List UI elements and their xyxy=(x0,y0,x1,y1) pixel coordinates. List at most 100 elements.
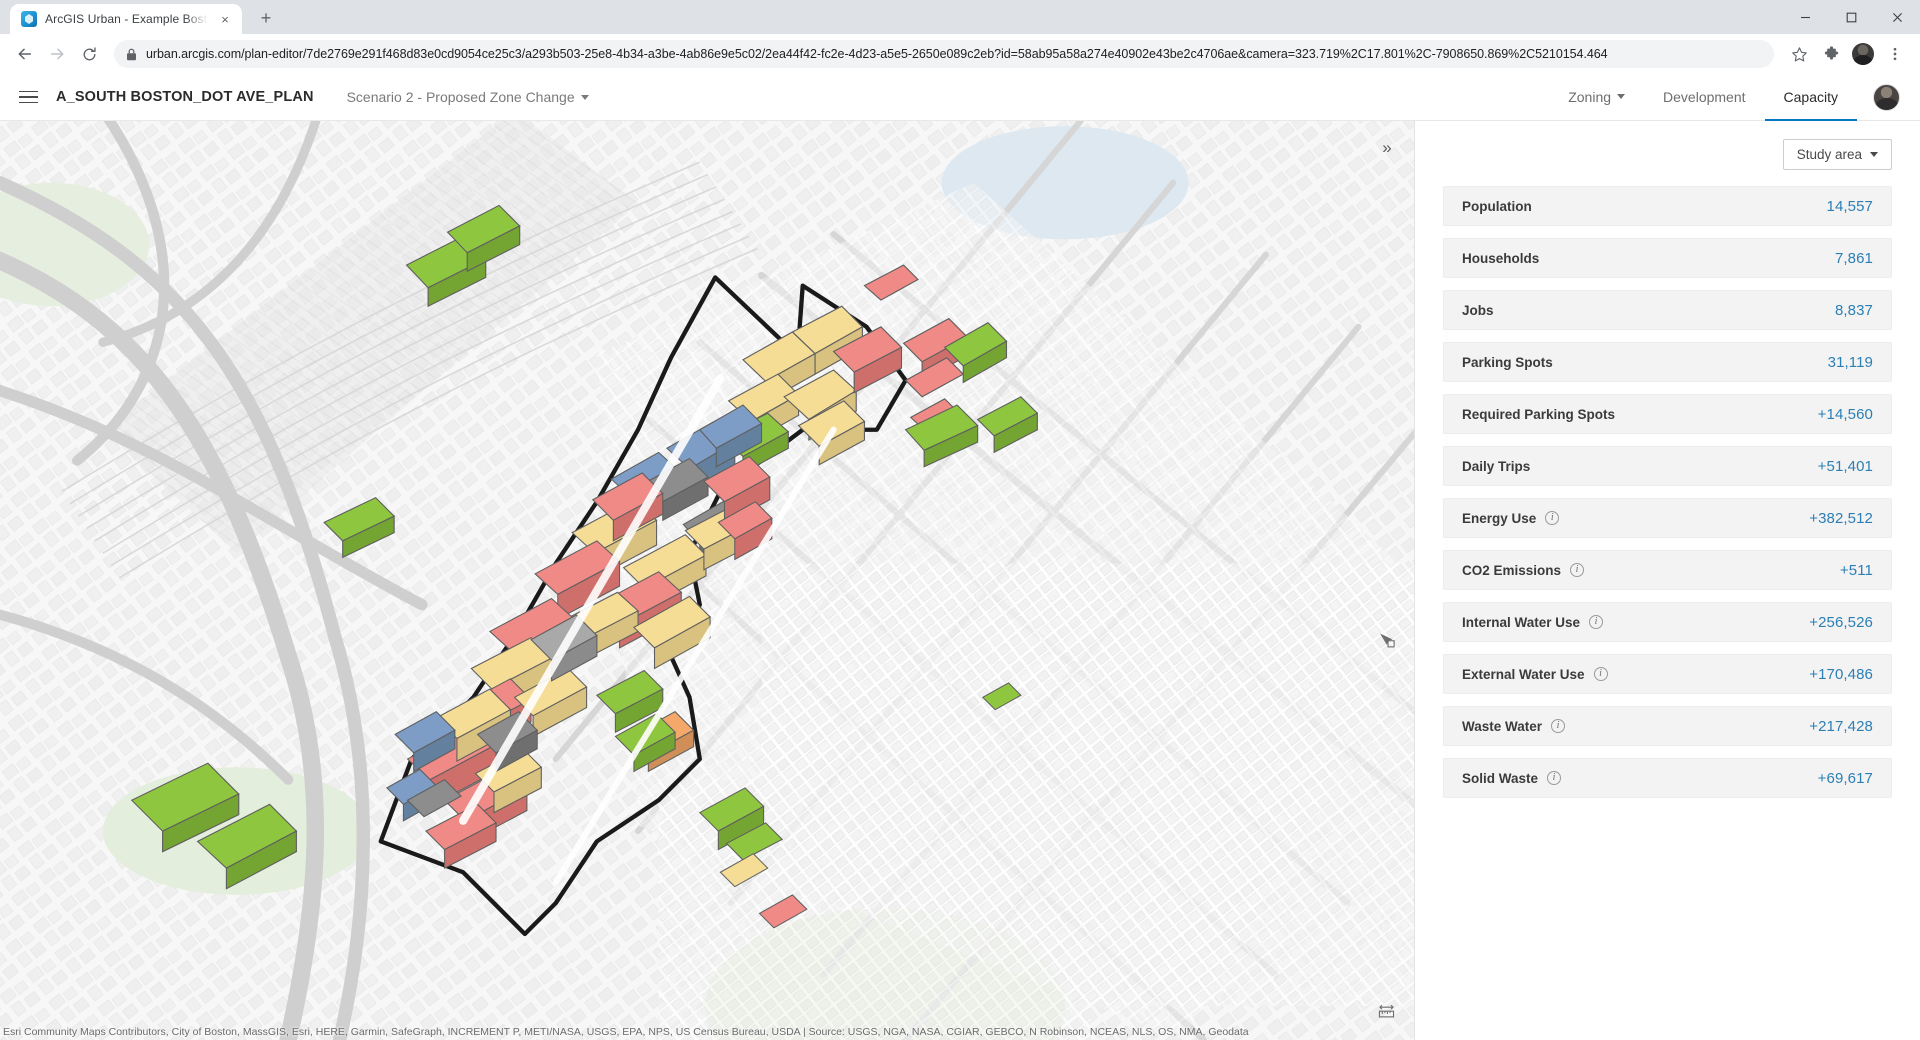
metric-left: Internal Water Use i xyxy=(1462,614,1604,630)
chevron-down-icon xyxy=(1617,94,1626,99)
metric-label: Parking Spots xyxy=(1462,354,1553,370)
tab-development[interactable]: Development xyxy=(1644,74,1765,121)
info-icon[interactable]: i xyxy=(1589,615,1604,629)
scenario-selector[interactable]: Scenario 2 - Proposed Zone Change xyxy=(347,89,589,105)
metric-label: Jobs xyxy=(1462,302,1494,318)
app-body: Esri Community Maps Contributors, City o… xyxy=(0,121,1920,1040)
info-icon[interactable]: i xyxy=(1551,719,1566,733)
expand-panel-button[interactable]: » xyxy=(1367,129,1405,167)
browser-window: ArcGIS Urban - Example Boston × + urban.… xyxy=(0,0,1920,1040)
map-canvas[interactable] xyxy=(0,121,1414,1040)
tab-zoning-label: Zoning xyxy=(1568,88,1612,105)
new-tab-button[interactable]: + xyxy=(252,4,280,32)
app-header: A_SOUTH BOSTON_DOT AVE_PLAN Scenario 2 -… xyxy=(0,74,1920,121)
metric-left: Waste Water i xyxy=(1462,719,1566,734)
close-tab-icon[interactable]: × xyxy=(216,10,234,28)
metric-label: Internal Water Use xyxy=(1462,614,1581,630)
select-tool-icon[interactable] xyxy=(1367,621,1405,659)
metric-row-energy-use[interactable]: Energy Use i +382,512 xyxy=(1443,498,1892,538)
map-attribution: Esri Community Maps Contributors, City o… xyxy=(3,1026,1249,1038)
metric-value: +256,526 xyxy=(1809,613,1873,631)
metric-row-parking-spots[interactable]: Parking Spots 31,119 xyxy=(1443,342,1892,382)
info-icon[interactable]: i xyxy=(1547,771,1562,785)
tab-capacity[interactable]: Capacity xyxy=(1764,74,1857,121)
top-navigation: Zoning Development Capacity xyxy=(1549,74,1900,121)
tab-development-label: Development xyxy=(1663,88,1746,105)
browser-profile-avatar[interactable] xyxy=(1848,39,1878,69)
metric-label: Energy Use xyxy=(1462,510,1537,526)
metric-label: CO2 Emissions xyxy=(1462,562,1562,578)
metric-left: Jobs xyxy=(1462,303,1494,318)
metric-value: +69,617 xyxy=(1817,769,1873,787)
back-button[interactable] xyxy=(10,39,40,69)
extensions-puzzle-icon[interactable] xyxy=(1816,39,1846,69)
arcgis-favicon-icon xyxy=(21,11,37,27)
map-graphics xyxy=(0,121,1414,1040)
metric-value: 31,119 xyxy=(1827,353,1873,371)
bookmark-star-icon[interactable] xyxy=(1784,39,1814,69)
map-view[interactable]: Esri Community Maps Contributors, City o… xyxy=(0,121,1414,1040)
metric-value: +382,512 xyxy=(1809,509,1873,527)
metric-left: Required Parking Spots xyxy=(1462,407,1615,422)
reload-button[interactable] xyxy=(74,39,104,69)
menu-hamburger-icon[interactable] xyxy=(0,74,56,121)
metric-left: Daily Trips xyxy=(1462,459,1530,474)
metric-value: +170,486 xyxy=(1809,665,1873,683)
measure-tool-icon[interactable] xyxy=(1367,993,1405,1031)
metric-label: Required Parking Spots xyxy=(1462,406,1616,422)
metric-label: Households xyxy=(1462,250,1540,266)
chevron-down-icon xyxy=(580,94,589,100)
metric-value: 8,837 xyxy=(1834,301,1873,319)
metric-row-daily-trips[interactable]: Daily Trips +51,401 xyxy=(1443,446,1892,486)
metric-value: +217,428 xyxy=(1809,717,1873,735)
metric-row-households[interactable]: Households 7,861 xyxy=(1443,238,1892,278)
metric-row-external-water-use[interactable]: External Water Use i +170,486 xyxy=(1443,654,1892,694)
forward-button[interactable] xyxy=(42,39,72,69)
window-controls xyxy=(1782,0,1920,34)
avatar xyxy=(1852,43,1874,65)
chevron-down-icon xyxy=(1870,152,1878,157)
study-area-dropdown[interactable]: Study area xyxy=(1782,139,1892,170)
browser-tab-strip: ArcGIS Urban - Example Boston × + xyxy=(0,0,1920,34)
info-icon[interactable]: i xyxy=(1570,563,1585,577)
page-title: A_SOUTH BOSTON_DOT AVE_PLAN xyxy=(56,89,314,105)
metric-row-population[interactable]: Population 14,557 xyxy=(1443,186,1892,226)
metric-row-waste-water[interactable]: Waste Water i +217,428 xyxy=(1443,706,1892,746)
browser-tab[interactable]: ArcGIS Urban - Example Boston × xyxy=(10,4,242,34)
close-window-button[interactable] xyxy=(1874,0,1920,34)
metric-value: 14,557 xyxy=(1826,197,1873,215)
metric-left: Solid Waste i xyxy=(1462,771,1562,786)
metric-left: Parking Spots xyxy=(1462,355,1553,370)
info-icon[interactable]: i xyxy=(1545,511,1560,525)
metric-label: External Water Use xyxy=(1462,666,1585,682)
info-icon[interactable]: i xyxy=(1593,667,1608,681)
metric-left: External Water Use i xyxy=(1462,667,1608,682)
metric-row-required-parking-spots[interactable]: Required Parking Spots +14,560 xyxy=(1443,394,1892,434)
tab-capacity-label: Capacity xyxy=(1783,88,1838,105)
metric-left: CO2 Emissions i xyxy=(1462,562,1585,578)
metric-value: +511 xyxy=(1839,561,1873,579)
panel-toolbar: Study area xyxy=(1443,139,1892,170)
tab-title: ArcGIS Urban - Example Boston xyxy=(45,12,208,26)
maximize-window-button[interactable] xyxy=(1828,0,1874,34)
metric-left: Energy Use i xyxy=(1462,510,1560,526)
tab-zoning[interactable]: Zoning xyxy=(1549,74,1644,121)
chrome-menu-icon[interactable] xyxy=(1880,39,1910,69)
metric-row-internal-water-use[interactable]: Internal Water Use i +256,526 xyxy=(1443,602,1892,642)
metric-row-jobs[interactable]: Jobs 8,837 xyxy=(1443,290,1892,330)
metric-row-co2-emissions[interactable]: CO2 Emissions i +511 xyxy=(1443,550,1892,590)
metric-label: Population xyxy=(1462,198,1532,214)
arcgis-urban-app: A_SOUTH BOSTON_DOT AVE_PLAN Scenario 2 -… xyxy=(0,74,1920,1040)
lock-icon xyxy=(126,48,137,61)
study-area-label: Study area xyxy=(1796,147,1862,162)
metric-left: Households xyxy=(1462,251,1539,266)
address-bar[interactable]: urban.arcgis.com/plan-editor/7de2769e291… xyxy=(114,40,1774,68)
browser-toolbar: urban.arcgis.com/plan-editor/7de2769e291… xyxy=(0,34,1920,74)
metric-list: Population 14,557 Households 7,861 Jobs xyxy=(1443,186,1892,798)
metric-value: +14,560 xyxy=(1817,405,1873,423)
scenario-label: Scenario 2 - Proposed Zone Change xyxy=(346,89,575,105)
minimize-window-button[interactable] xyxy=(1782,0,1828,34)
user-avatar[interactable] xyxy=(1873,83,1900,111)
url-text: urban.arcgis.com/plan-editor/7de2769e291… xyxy=(146,47,1608,61)
metric-row-solid-waste[interactable]: Solid Waste i +69,617 xyxy=(1443,758,1892,798)
